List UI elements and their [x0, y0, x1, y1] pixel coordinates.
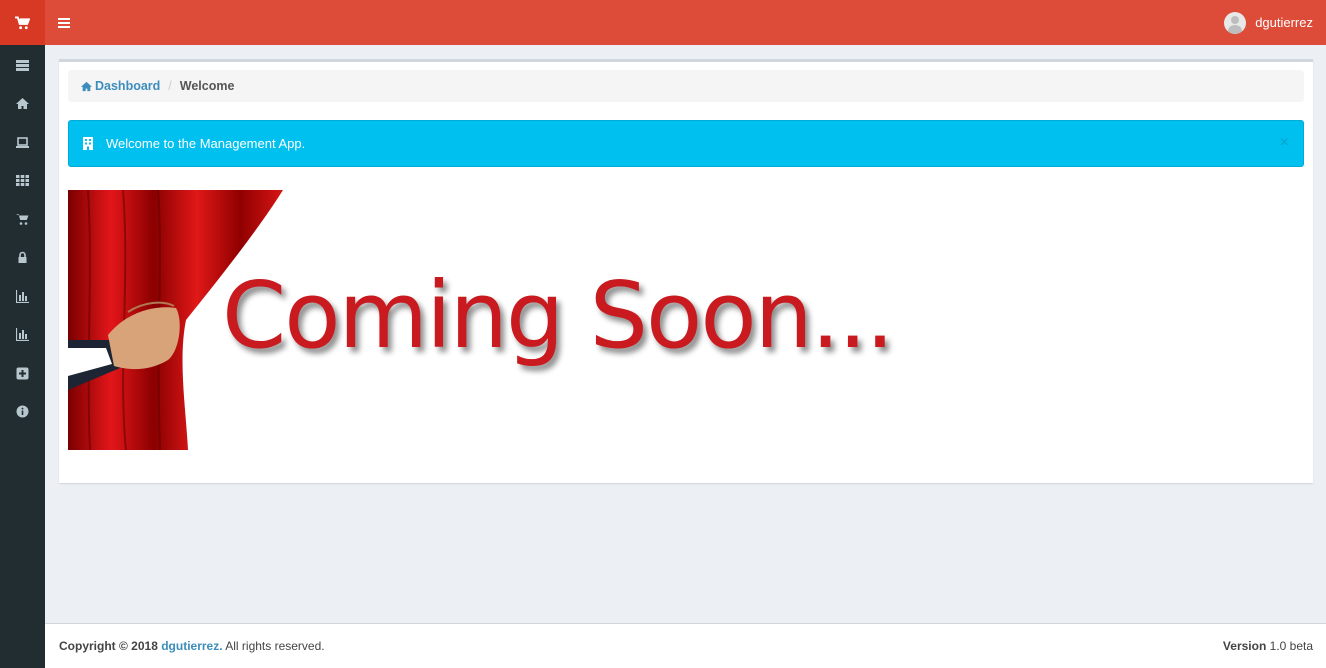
plus-square-icon [16, 367, 29, 380]
coming-soon-text: Coming Soon... [222, 262, 895, 369]
breadcrumb-dashboard-link[interactable]: Dashboard [81, 79, 160, 93]
building-icon [83, 137, 93, 150]
breadcrumb-dashboard-label: Dashboard [95, 79, 161, 93]
cart-icon [16, 213, 29, 225]
copyright-author-link[interactable]: dgutierrez. [161, 639, 222, 653]
app-logo[interactable] [0, 0, 45, 45]
sidebar-item-chart-2[interactable] [0, 316, 45, 355]
bar-chart-icon [16, 289, 29, 303]
sidebar-item-info[interactable] [0, 393, 45, 432]
hamburger-icon [58, 17, 70, 28]
alert-close-button[interactable]: × [1280, 134, 1289, 152]
avatar [1224, 11, 1247, 34]
lock-icon [18, 251, 27, 264]
main-content-box: Dashboard / Welcome Welcome to the Manag… [59, 59, 1313, 483]
breadcrumb: Dashboard / Welcome [68, 70, 1304, 102]
sidebar [0, 45, 45, 668]
home-icon [16, 98, 29, 110]
bar-chart-icon [16, 328, 29, 342]
user-menu[interactable]: dgutierrez [1224, 11, 1326, 34]
sidebar-item-list[interactable] [0, 46, 45, 85]
copyright-text: Copyright © 2018 dgutierrez. All rights … [59, 639, 325, 653]
sidebar-item-lock[interactable] [0, 239, 45, 278]
laptop-icon [16, 136, 29, 148]
sidebar-item-cart[interactable] [0, 200, 45, 239]
sidebar-item-grid[interactable] [0, 162, 45, 201]
breadcrumb-current: Welcome [179, 79, 235, 93]
version-value: 1.0 beta [1269, 639, 1313, 653]
footer: Copyright © 2018 dgutierrez. All rights … [45, 623, 1326, 668]
sidebar-item-laptop[interactable] [0, 123, 45, 162]
copyright-suffix: All rights reserved. [225, 639, 325, 653]
coming-soon-banner: Coming Soon... [68, 190, 895, 450]
cart-icon [15, 15, 30, 29]
username-label: dgutierrez [1255, 15, 1313, 30]
breadcrumb-separator: / [168, 79, 172, 93]
welcome-alert: Welcome to the Management App. × [68, 120, 1304, 167]
copyright-prefix: Copyright © 2018 [59, 639, 158, 653]
home-icon [81, 81, 92, 91]
sidebar-toggle-button[interactable] [45, 0, 83, 45]
top-navbar: dgutierrez [45, 0, 1326, 45]
grid-icon [16, 175, 29, 187]
info-icon [16, 405, 29, 418]
sidebar-item-home[interactable] [0, 85, 45, 124]
version-label: Version [1222, 639, 1267, 653]
list-icon [16, 59, 29, 71]
sidebar-item-add[interactable] [0, 354, 45, 393]
alert-message: Welcome to the Management App. [106, 136, 306, 151]
version-info: Version 1.0 beta [1223, 639, 1313, 653]
sidebar-item-chart-1[interactable] [0, 277, 45, 316]
